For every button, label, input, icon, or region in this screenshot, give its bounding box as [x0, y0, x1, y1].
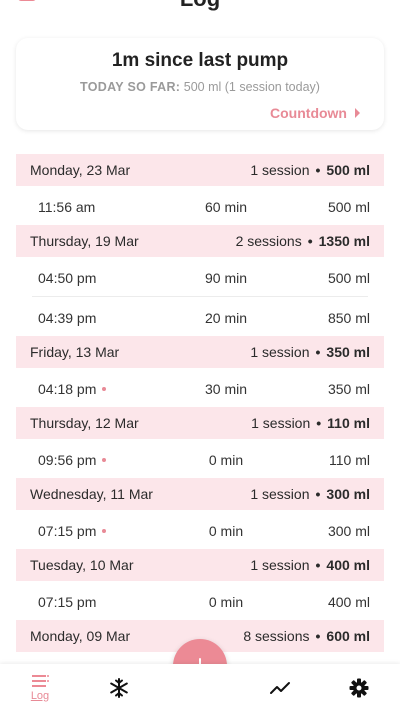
summary-card: 1m since last pump TODAY SO FAR: 500 ml …	[16, 38, 384, 130]
gear-icon	[349, 678, 369, 697]
day-header[interactable]: Tuesday, 10 Mar 1 session • 400 ml	[16, 549, 384, 581]
day-session-count: 1 session	[251, 415, 311, 431]
separator-dot: •	[315, 486, 321, 502]
day-header[interactable]: Friday, 13 Mar 1 session • 350 ml	[16, 336, 384, 368]
day-date: Friday, 13 Mar	[30, 344, 120, 360]
day-session-count: 1 session	[250, 162, 310, 178]
countdown-label: Countdown	[270, 105, 347, 121]
day-header[interactable]: Thursday, 12 Mar 1 session • 110 ml	[16, 407, 384, 439]
session-time-cell: 11:56 am	[38, 199, 176, 215]
day-date: Thursday, 12 Mar	[30, 415, 139, 431]
pump-icon[interactable]	[18, 0, 36, 4]
day-header[interactable]: Wednesday, 11 Mar 1 session • 300 ml	[16, 478, 384, 510]
chevron-right-icon	[355, 108, 360, 118]
separator-dot: •	[315, 557, 321, 573]
day-header[interactable]: Thursday, 19 Mar 2 sessions • 1350 ml	[16, 225, 384, 257]
session-duration: 0 min	[208, 451, 244, 468]
day-session-count: 1 session	[250, 486, 310, 502]
nav-log[interactable]: Log	[10, 664, 70, 711]
session-duration: 30 min	[204, 380, 248, 397]
day-total-volume: 600 ml	[326, 628, 370, 644]
session-volume: 110 ml	[329, 451, 370, 468]
session-duration: 60 min	[204, 198, 248, 215]
session-time: 04:18 pm	[38, 380, 97, 397]
day-date: Thursday, 19 Mar	[30, 233, 139, 249]
day-total-volume: 1350 ml	[318, 233, 370, 249]
session-duration: 0 min	[208, 593, 244, 610]
list-icon	[32, 674, 49, 687]
day-session-count: 2 sessions	[235, 233, 302, 249]
session-time-cell: 04:18 pm	[38, 381, 176, 397]
session-volume: 350 ml	[327, 380, 370, 397]
session-duration: 90 min	[204, 269, 248, 286]
today-summary: TODAY SO FAR: 500 ml (1 session today)	[16, 80, 384, 94]
day-session-count: 1 session	[250, 344, 310, 360]
session-duration: 20 min	[204, 309, 248, 326]
session-time: 11:56 am	[38, 198, 96, 215]
separator-dot: •	[316, 415, 322, 431]
session-volume: 400 ml	[327, 593, 370, 610]
separator-dot: •	[307, 233, 313, 249]
session-time-cell: 09:56 pm	[38, 452, 176, 468]
session-time: 07:15 pm	[38, 593, 97, 610]
session-row[interactable]: 09:56 pm 0 min 110 ml	[16, 439, 384, 478]
day-date: Monday, 23 Mar	[30, 162, 131, 178]
note-dot-icon	[102, 457, 107, 462]
session-row[interactable]: 07:15 pm 0 min 400 ml	[16, 581, 384, 620]
day-date: Tuesday, 10 Mar	[30, 557, 134, 573]
day-session-count: 1 session	[250, 557, 310, 573]
session-volume: 850 ml	[327, 309, 370, 326]
bottom-nav: Log	[0, 664, 400, 711]
day-total-volume: 350 ml	[326, 344, 370, 360]
day-total-volume: 500 ml	[326, 162, 370, 178]
countdown-button[interactable]: Countdown	[270, 105, 360, 121]
session-time: 09:56 pm	[38, 451, 97, 468]
session-time-cell: 07:15 pm	[38, 523, 176, 539]
day-total-volume: 300 ml	[326, 486, 370, 502]
today-label: TODAY SO FAR:	[80, 80, 181, 94]
session-volume: 300 ml	[327, 522, 370, 539]
page-title: Log	[0, 0, 400, 12]
separator-dot: •	[315, 628, 321, 644]
snowflake-icon	[110, 677, 128, 698]
session-time-cell: 04:50 pm	[38, 270, 176, 286]
session-time: 04:50 pm	[38, 269, 97, 286]
session-time: 04:39 pm	[38, 309, 97, 326]
session-duration: 0 min	[208, 522, 244, 539]
separator-dot: •	[315, 344, 321, 360]
today-value: 500 ml	[183, 80, 222, 94]
nav-stats[interactable]	[250, 664, 310, 711]
day-session-count: 8 sessions	[243, 628, 310, 644]
trend-icon	[270, 681, 290, 694]
session-volume: 500 ml	[327, 198, 370, 215]
note-dot-icon	[102, 528, 107, 533]
day-date: Wednesday, 11 Mar	[30, 486, 153, 502]
day-header[interactable]: Monday, 23 Mar 1 session • 500 ml	[16, 154, 384, 186]
session-time-cell: 07:15 pm	[38, 594, 176, 610]
day-total-volume: 110 ml	[327, 415, 370, 431]
nav-settings[interactable]	[329, 664, 389, 711]
session-volume: 500 ml	[327, 269, 370, 286]
nav-log-label: Log	[30, 689, 50, 702]
nav-freezer[interactable]	[89, 664, 149, 711]
log-list: Monday, 23 Mar 1 session • 500 ml 11:56 am 60…	[16, 154, 384, 652]
session-row[interactable]: 04:50 pm 90 min 500 ml	[16, 257, 384, 296]
day-total-volume: 400 ml	[326, 557, 370, 573]
session-time-cell: 04:39 pm	[38, 310, 176, 326]
session-row[interactable]: 04:39 pm 20 min 850 ml	[16, 297, 384, 336]
note-dot-icon	[102, 386, 107, 391]
time-since-last-pump: 1m since last pump	[111, 50, 289, 71]
today-sessions: (1 session today)	[224, 80, 320, 94]
session-row[interactable]: 11:56 am 60 min 500 ml	[16, 186, 384, 225]
session-row[interactable]: 07:15 pm 0 min 300 ml	[16, 510, 384, 549]
separator-dot: •	[315, 162, 321, 178]
session-time: 07:15 pm	[38, 522, 97, 539]
session-row[interactable]: 04:18 pm 30 min 350 ml	[16, 368, 384, 407]
